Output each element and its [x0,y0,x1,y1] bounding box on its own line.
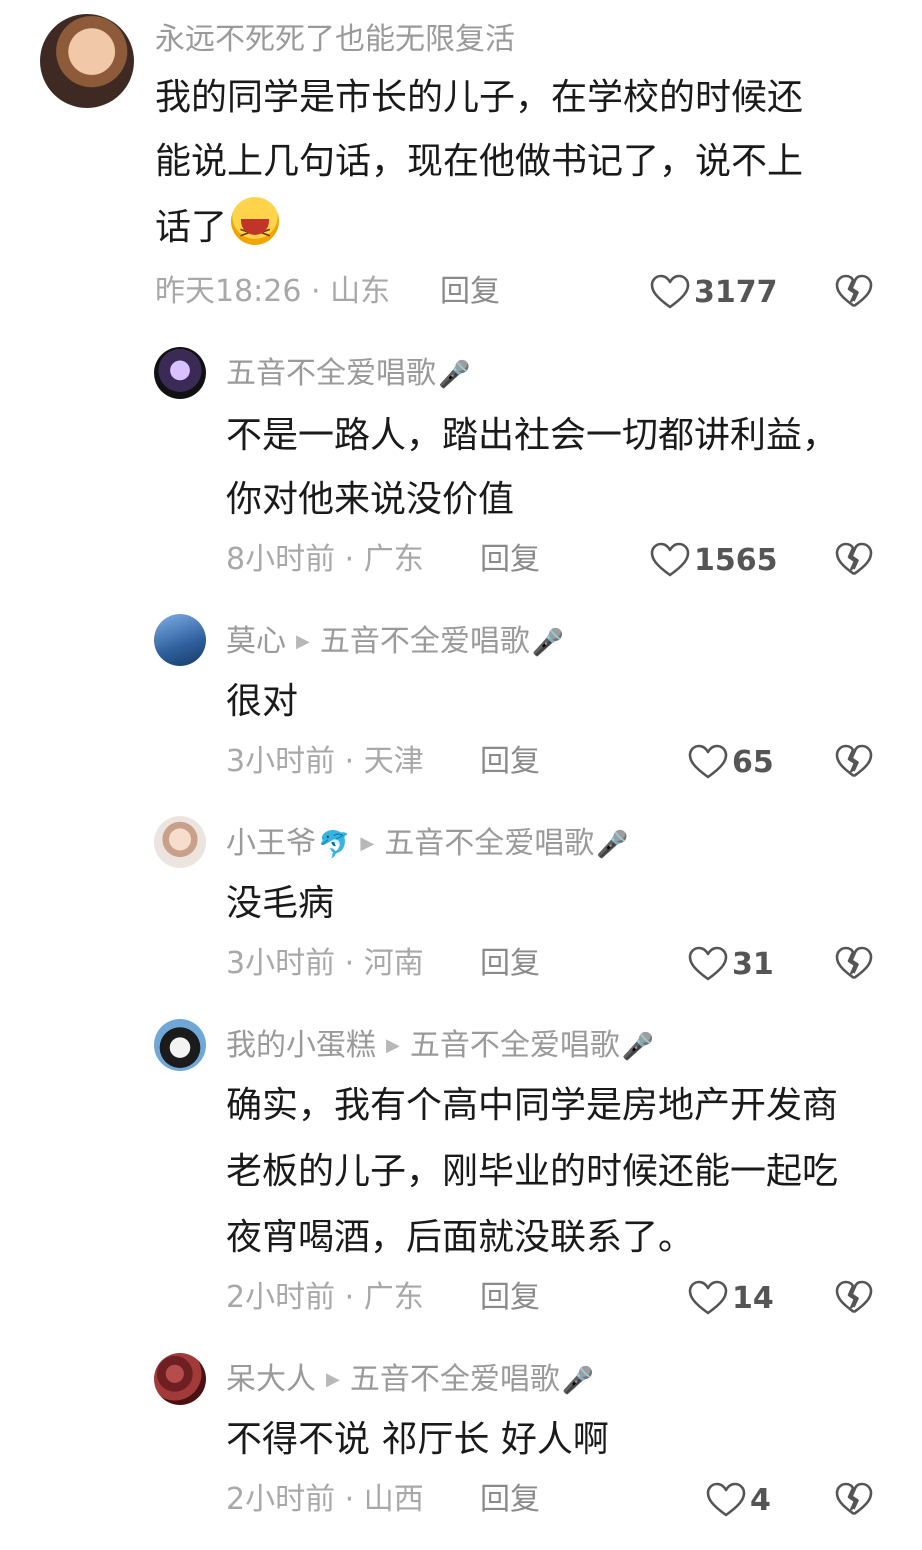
comment-text-line: 夜宵喝酒，后面就没联系了。 [226,1217,695,1258]
triangle-right-icon: ▶ [386,1035,400,1056]
microphone-icon: 🎤 [621,1032,655,1062]
reply-button[interactable]: 回复 [480,944,540,984]
comment-time-location: 8小时前 · 广东 [226,542,424,577]
reply-button[interactable]: 回复 [480,540,540,580]
broken-heart-icon[interactable] [834,742,874,782]
username[interactable]: 莫心 [226,624,286,659]
avatar[interactable] [154,816,206,868]
like-count: 65 [732,744,774,780]
triangle-right-icon: ▶ [326,1369,340,1390]
reply-button[interactable]: 回复 [440,272,500,312]
username[interactable]: 小王爷 [226,826,316,861]
microphone-icon: 🎤 [596,830,629,860]
username-text: 五音不全爱唱歌 [226,356,436,391]
comment-list: 永远不死死了也能无限复活 我的同学是市长的儿子，在学校的时候还 能说上几句话，现… [0,0,922,1550]
like-button[interactable]: 65 [688,742,774,782]
like-button[interactable]: 1565 [650,540,778,580]
comment-time-location: 3小时前 · 河南 [226,946,424,981]
comment-text-line: 你对他来说没价值 [226,479,515,520]
comment-time-location: 2小时前 · 广东 [226,1280,424,1315]
reply-to-username[interactable]: 五音不全爱唱歌 [320,624,530,659]
like-button[interactable]: 31 [688,944,774,984]
comment-text-line: 不是一路人，踏出社会一切都讲利益， [226,415,839,456]
comment-text-line: 能说上几句话，现在他做书记了，说不上 [155,141,804,182]
like-count: 3177 [694,274,778,310]
comment-time-location: 3小时前 · 天津 [226,744,424,779]
triangle-right-icon: ▶ [360,833,375,854]
reply-button[interactable]: 回复 [480,742,540,782]
like-count: 31 [732,946,774,982]
laughing-face-icon [231,197,280,265]
broken-heart-icon[interactable] [834,540,874,580]
reply-header: 小王爷🐬 ▶ 五音不全爱唱歌🎤 [226,824,629,865]
comment-text: 话了 [155,207,228,248]
avatar[interactable] [154,614,206,666]
dolphin-icon: 🐬 [318,830,351,860]
like-button[interactable]: 3177 [650,272,778,312]
reply-to-username[interactable]: 五音不全爱唱歌 [410,1028,620,1063]
reply-header: 莫心 ▶ 五音不全爱唱歌🎤 [226,622,564,663]
heart-outline-icon [688,946,728,981]
comment-time-location: 昨天18:26 · 山东 [155,274,391,309]
heart-outline-icon [706,1482,746,1517]
heart-outline-icon [650,274,690,309]
comment-text-line: 不得不说 祁厅长 好人啊 [226,1419,609,1460]
avatar[interactable] [154,1353,206,1405]
heart-outline-icon [650,542,690,577]
reply-to-username[interactable]: 五音不全爱唱歌 [350,1362,560,1397]
broken-heart-icon[interactable] [834,944,874,984]
username[interactable]: 永远不死死了也能无限复活 [155,20,515,60]
username[interactable]: 五音不全爱唱歌🎤 [226,354,470,395]
broken-heart-icon[interactable] [834,1480,874,1520]
avatar[interactable] [40,14,134,108]
username[interactable]: 呆大人 [226,1362,316,1397]
comment-text-line: 没毛病 [226,883,335,924]
triangle-right-icon: ▶ [296,631,310,652]
reply-to-username[interactable]: 五音不全爱唱歌 [384,826,594,861]
reply-button[interactable]: 回复 [480,1480,540,1520]
username[interactable]: 我的小蛋糕 [226,1028,376,1063]
reply-header: 呆大人 ▶ 五音不全爱唱歌🎤 [226,1360,594,1401]
comment-text-line: 老板的儿子，刚毕业的时候还能一起吃 [226,1151,839,1192]
avatar[interactable] [154,347,206,399]
heart-outline-icon [688,744,728,779]
microphone-icon: 🎤 [561,1366,595,1396]
reply-button[interactable]: 回复 [480,1278,540,1318]
comment-text-line-with-emoji: 话了 [155,196,280,265]
comment-text-line: 确实，我有个高中同学是房地产开发商 [226,1085,839,1126]
comment-text-line: 我的同学是市长的儿子，在学校的时候还 [155,77,804,118]
like-count: 4 [750,1482,771,1518]
like-count: 1565 [694,542,778,578]
microphone-icon: 🎤 [438,360,471,390]
heart-outline-icon [688,1280,728,1315]
like-button[interactable]: 14 [688,1278,774,1318]
comment-time-location: 2小时前 · 山西 [226,1482,424,1517]
like-button[interactable]: 4 [706,1480,771,1520]
microphone-icon: 🎤 [531,628,565,658]
broken-heart-icon[interactable] [834,272,874,312]
comment-text-line: 很对 [226,681,299,722]
avatar[interactable] [154,1019,206,1071]
broken-heart-icon[interactable] [834,1278,874,1318]
reply-header: 我的小蛋糕 ▶ 五音不全爱唱歌🎤 [226,1026,654,1067]
like-count: 14 [732,1280,774,1316]
